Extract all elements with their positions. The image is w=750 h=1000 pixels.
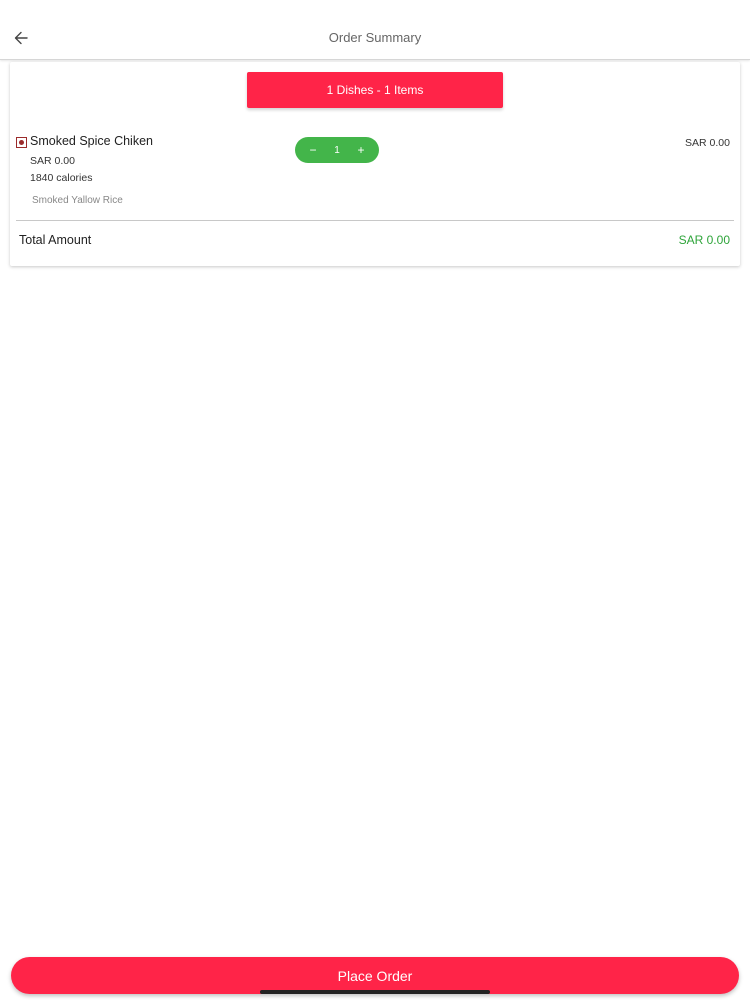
- item-price: SAR 0.00: [30, 155, 75, 167]
- item-addon: Smoked Yallow Rice: [32, 195, 123, 206]
- quantity-stepper: − 1 +: [295, 137, 379, 163]
- dishes-count-banner: 1 Dishes - 1 Items: [247, 72, 503, 108]
- quantity-value: 1: [334, 144, 340, 156]
- increment-button[interactable]: +: [355, 144, 367, 156]
- divider: [16, 220, 734, 221]
- place-order-button[interactable]: Place Order: [11, 957, 739, 994]
- total-amount-value: SAR 0.00: [678, 233, 730, 247]
- home-indicator: [260, 990, 490, 994]
- non-veg-indicator-icon: [16, 137, 27, 148]
- order-item: Smoked Spice Chiken SAR 0.00 1840 calori…: [10, 132, 740, 216]
- page-title: Order Summary: [328, 30, 422, 45]
- item-calories: 1840 calories: [30, 172, 93, 184]
- item-line-total: SAR 0.00: [685, 137, 730, 149]
- total-amount-label: Total Amount: [19, 233, 92, 247]
- decrement-button[interactable]: −: [307, 144, 319, 156]
- item-name: Smoked Spice Chiken: [30, 134, 153, 148]
- app-header: Order Summary: [0, 0, 750, 60]
- order-summary-screen: Order Summary 1 Dishes - 1 Items Smoked …: [0, 0, 750, 1000]
- order-card: 1 Dishes - 1 Items Smoked Spice Chiken S…: [10, 62, 740, 266]
